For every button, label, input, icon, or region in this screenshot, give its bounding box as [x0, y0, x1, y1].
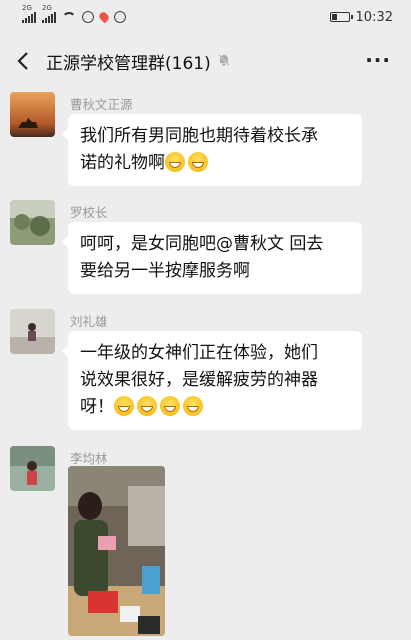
message-text: 说效果很好，是缓解疲劳的神器 [80, 370, 318, 390]
wechat-notification-icon [114, 11, 126, 23]
sender-name: 刘礼雄 [70, 314, 108, 329]
avatar[interactable] [10, 200, 55, 245]
chat-header: 正源学校管理群(161) ··· [0, 34, 411, 88]
grin-emoji-icon [114, 396, 134, 416]
status-time: 10:32 [355, 9, 393, 25]
network-type-label: 2G [42, 4, 52, 12]
grin-emoji-icon [160, 396, 180, 416]
status-bar: 2G 2G 10:32 [0, 0, 411, 34]
message-text: 一年级的女神们正在体验，她们 [80, 343, 318, 363]
message-bubble[interactable]: 呵呵，是女同胞吧@曹秋文 回去 要给另一半按摩服务啊 [62, 222, 362, 294]
location-icon [97, 10, 111, 24]
avatar[interactable] [10, 446, 55, 491]
grin-emoji-icon [183, 396, 203, 416]
message-photo[interactable] [68, 466, 165, 636]
signal-icon: 2G [42, 4, 56, 23]
message-text: 我们所有男同胞也期待着校长承 [80, 126, 318, 146]
message-text: 诺的礼物啊 [80, 153, 165, 173]
sender-name: 李均林 [70, 451, 108, 466]
chevron-left-icon [17, 52, 28, 70]
bell-muted-icon [217, 53, 231, 70]
network-type-label: 2G [22, 4, 32, 12]
more-options-button[interactable]: ··· [365, 48, 391, 72]
status-icons: 2G 2G [22, 4, 126, 24]
sender-name: 罗校长 [70, 205, 108, 220]
signal-icon: 2G [22, 4, 36, 23]
grin-emoji-icon [137, 396, 157, 416]
avatar[interactable] [10, 92, 55, 137]
app-notification-icon [82, 11, 94, 23]
chat-title: 正源学校管理群(161) [46, 53, 211, 74]
back-button[interactable] [0, 34, 46, 88]
message-text: 呀！ [80, 397, 114, 417]
wifi-icon [62, 12, 76, 22]
avatar[interactable] [10, 309, 55, 354]
message-text: 呵呵，是女同胞吧@曹秋文 回去 [80, 234, 324, 254]
message-bubble[interactable]: 我们所有男同胞也期待着校长承 诺的礼物啊 [62, 114, 362, 186]
message-text: 要给另一半按摩服务啊 [80, 261, 250, 281]
grin-emoji-icon [188, 152, 208, 172]
message-bubble[interactable]: 一年级的女神们正在体验，她们 说效果很好，是缓解疲劳的神器 呀！ [62, 331, 362, 430]
battery-icon [329, 12, 353, 22]
sender-name: 曹秋文正源 [70, 97, 133, 112]
grin-emoji-icon [165, 152, 185, 172]
